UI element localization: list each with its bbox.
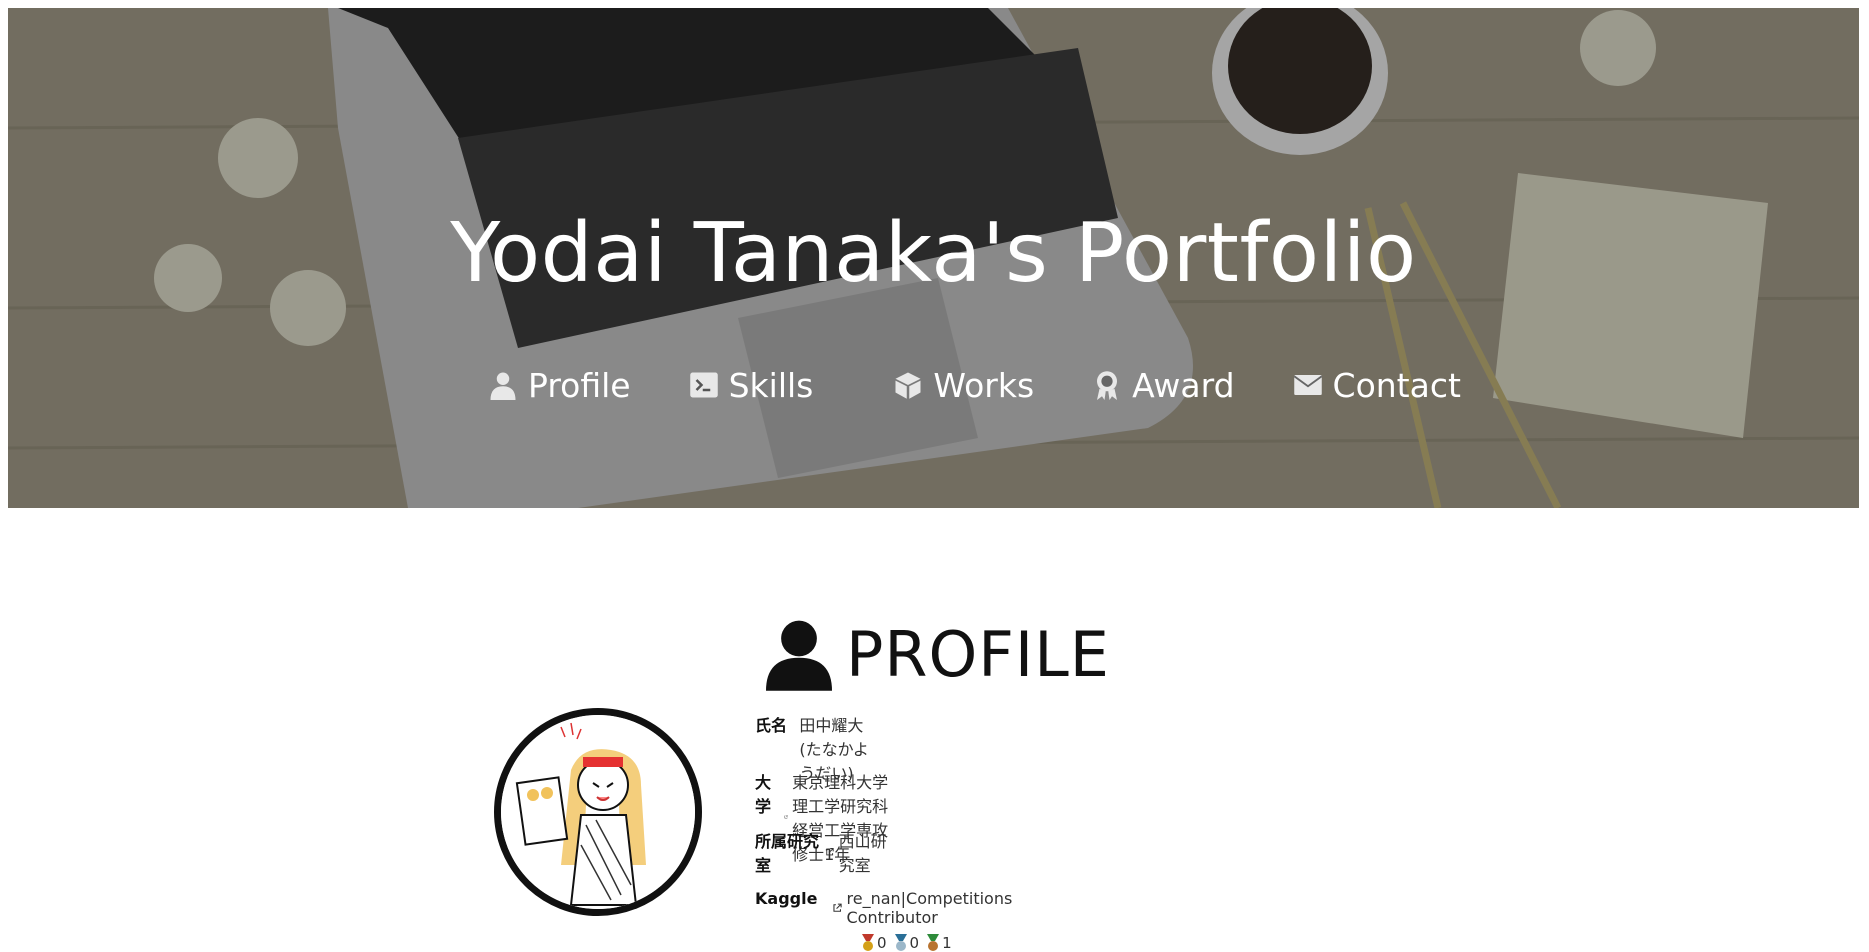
row-label-kaggle: Kaggle: [755, 889, 818, 908]
nav-contact[interactable]: Contact: [1293, 366, 1461, 405]
terminal-icon: [689, 372, 718, 398]
avatar: [494, 708, 702, 916]
envelope-icon: [1293, 375, 1322, 395]
gold-medal-count: 0: [877, 934, 887, 952]
silver-medal-count: 0: [909, 934, 920, 952]
nav-profile[interactable]: Profile: [488, 366, 631, 405]
profile-row-kaggle: Kaggle re_nan|Competitions Contributor: [755, 889, 1042, 927]
gold-medal-icon: [862, 934, 874, 951]
nav-works[interactable]: Works: [893, 366, 1034, 405]
kaggle-link[interactable]: re_nan|Competitions Contributor: [847, 889, 1042, 927]
bronze-medal-icon: [927, 934, 940, 951]
main-nav: Profile Skills Works Award Contact: [488, 360, 1461, 410]
external-link-icon: [826, 848, 834, 856]
silver-medal: 0: [893, 934, 920, 952]
profile-section-title: PROFILE: [766, 618, 1110, 691]
nav-contact-label: Contact: [1332, 365, 1461, 405]
nav-award-label: Award: [1132, 365, 1235, 405]
profile-row-lab: 所属研究室 西山研究室: [755, 828, 892, 876]
external-link-icon: [833, 903, 842, 912]
profile-heading-text: PROFILE: [846, 618, 1110, 691]
hero-banner: Yodai Tanaka's Portfolio Profile Skills …: [8, 8, 1859, 508]
nav-works-label: Works: [933, 365, 1035, 405]
award-icon: [1097, 371, 1118, 400]
bronze-medal-count: 1: [942, 934, 952, 952]
silver-medal-icon: [894, 934, 907, 951]
box-icon: [895, 372, 921, 399]
person-icon: [490, 372, 516, 400]
row-label-lab: 所属研究室: [755, 832, 820, 875]
nav-skills[interactable]: Skills: [689, 365, 814, 405]
site-title: Yodai Tanaka's Portfolio: [450, 206, 1417, 301]
kaggle-medals: 0 0 1: [860, 934, 958, 952]
gold-medal: 0: [860, 934, 887, 952]
nav-skills-label: Skills: [728, 365, 814, 405]
lab-link[interactable]: 西山研究室: [839, 828, 892, 876]
nav-award[interactable]: Award: [1092, 365, 1235, 405]
bronze-medal: 1: [925, 934, 952, 952]
person-icon: [766, 620, 832, 691]
avatar-illustration: [501, 715, 695, 909]
nav-profile-label: Profile: [528, 365, 631, 405]
external-link-icon: [784, 815, 788, 819]
